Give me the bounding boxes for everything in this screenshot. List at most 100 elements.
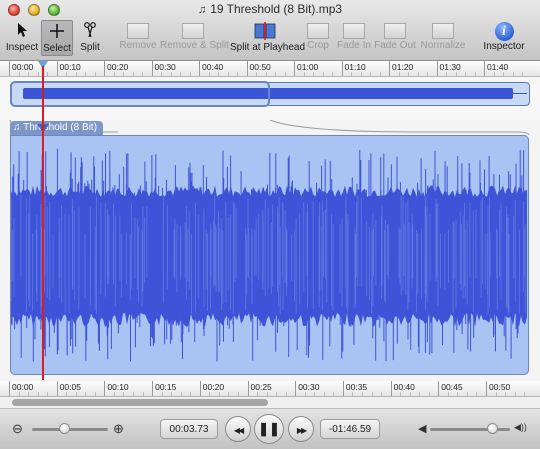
ruler-tick: 00:35 [342, 381, 367, 396]
play-pause-button[interactable]: ❚❚ [254, 414, 284, 444]
inspector-button[interactable]: i Inspector [481, 20, 527, 56]
ruler-minor-tick [419, 392, 421, 396]
audio-track-region[interactable] [10, 135, 529, 375]
rewind-button[interactable]: ◀◀ [225, 416, 251, 442]
crop-icon [307, 23, 329, 39]
ruler-tick-label: 01:30 [439, 62, 461, 72]
ruler-tick: 00:05 [56, 381, 81, 396]
horizontal-scrollbar[interactable] [0, 397, 540, 409]
ruler-tick-label: 00:15 [155, 382, 177, 392]
ruler-minor-tick [113, 72, 115, 76]
ruler-minor-tick [323, 392, 325, 396]
detail-timeline-ruler[interactable]: 00:00 00:05 00:10 00:15 00:20 00:25 00:30 00:35… [0, 381, 540, 397]
split-at-playhead-button[interactable]: Split at Playhead [230, 20, 306, 56]
ruler-minor-tick [352, 392, 354, 396]
zoom-out-icon[interactable]: ⊖ [12, 421, 23, 437]
volume-slider-knob[interactable] [487, 423, 499, 434]
select-label: Select [43, 43, 71, 54]
overview-panel: 00:00 00:10 00:20 00:30 00:40 00:50 01:00 01:10… [0, 61, 540, 120]
ruler-minor-tick [522, 72, 523, 76]
select-tool-button[interactable]: Select [41, 20, 73, 56]
playhead-line[interactable] [42, 66, 44, 380]
ruler-minor-tick [360, 72, 362, 76]
split-tool-button[interactable]: Split [76, 20, 104, 56]
remove-label: Remove [119, 40, 157, 51]
pause-icon: ❚❚ [258, 421, 280, 436]
ruler-minor-tick [18, 72, 20, 76]
ruler-minor-tick [180, 72, 181, 76]
ruler-minor-tick [190, 392, 192, 396]
ruler-tick: 01:30 [436, 61, 461, 76]
ruler-minor-tick [370, 72, 371, 76]
ruler-minor-tick [466, 392, 468, 396]
normalize-button[interactable]: Normalize [420, 20, 466, 56]
zoom-slider-track[interactable] [32, 428, 108, 431]
fade-out-icon [384, 23, 406, 39]
ruler-minor-tick [180, 392, 182, 396]
ruler-minor-tick [447, 392, 449, 396]
remaining-time-display: -01:46.59 [320, 419, 380, 439]
info-icon: i [494, 22, 514, 41]
window-title-text: 19 Threshold (8 Bit).mp3 [210, 2, 343, 16]
ruler-tick-label: 00:40 [202, 62, 224, 72]
ruler-tick-label: 00:00 [12, 382, 34, 392]
zoom-in-icon[interactable]: ⊕ [113, 421, 124, 437]
ruler-minor-tick [409, 392, 411, 396]
remove-and-split-button[interactable]: Remove & Split [160, 20, 229, 56]
zoom-slider-knob[interactable] [58, 423, 70, 434]
ruler-tick: 00:30 [151, 61, 176, 76]
ruler-minor-tick [379, 72, 381, 76]
ruler-tick-label: 00:05 [59, 382, 81, 392]
ruler-tick: 01:20 [389, 61, 413, 76]
ruler-minor-tick [333, 392, 335, 396]
ruler-tick: 01:00 [294, 61, 318, 76]
remove-icon [127, 23, 149, 39]
crop-button[interactable]: Crop [305, 20, 331, 56]
fade-in-button[interactable]: Fade In [336, 20, 372, 56]
ruler-minor-tick [428, 392, 430, 396]
ruler-minor-tick [47, 392, 49, 396]
ruler-minor-tick [189, 72, 191, 76]
ruler-tick-label: 00:30 [154, 62, 176, 72]
remove-split-label: Remove & Split [160, 40, 229, 51]
ruler-minor-tick [400, 392, 402, 396]
ruler-minor-tick [47, 72, 48, 76]
ruler-minor-tick [142, 72, 143, 76]
ruler-minor-tick [28, 392, 30, 396]
music-document-icon: ♫ [197, 4, 207, 16]
ruler-minor-tick [381, 392, 383, 396]
split-playhead-icon [230, 22, 300, 42]
fade-out-label: Fade Out [374, 40, 416, 51]
ruler-minor-tick [265, 72, 267, 76]
overview-visible-range-handle[interactable] [10, 81, 270, 107]
ruler-tick: 01:10 [341, 61, 366, 76]
scissors-icon [76, 22, 104, 42]
ruler-minor-tick [85, 392, 87, 396]
ruler-tick: 00:00 [9, 381, 33, 396]
track-name-tab[interactable]: ♫ Threshold (8 Bit) [10, 121, 104, 135]
overview-timeline-ruler[interactable]: 00:00 00:10 00:20 00:30 00:40 00:50 01:00 01:10… [0, 61, 540, 77]
ruler-minor-tick [275, 72, 276, 76]
ruler-tick: 00:10 [56, 61, 81, 76]
ruler-minor-tick [161, 392, 163, 396]
ruler-minor-tick [266, 392, 268, 396]
ruler-tick-label: 00:50 [249, 62, 271, 72]
fast-forward-button[interactable]: ▶▶ [288, 416, 314, 442]
ruler-tick: 01:40 [484, 61, 508, 76]
waveform-body [11, 185, 527, 327]
ruler-minor-tick [256, 72, 257, 76]
fade-out-button[interactable]: Fade Out [374, 20, 416, 56]
ruler-minor-tick [170, 72, 172, 76]
ruler-minor-tick [94, 392, 96, 396]
inspect-tool-button[interactable]: Inspect [4, 20, 40, 56]
ruler-minor-tick [227, 72, 229, 76]
rewind-icon: ◀◀ [233, 426, 244, 435]
elapsed-time-display: 00:03.73 [160, 419, 218, 439]
scrollbar-thumb[interactable] [12, 399, 268, 406]
remove-button[interactable]: Remove [118, 20, 158, 56]
ruler-minor-tick [75, 392, 77, 396]
ruler-tick-label: 00:00 [12, 62, 34, 72]
ruler-tick: 00:50 [246, 61, 271, 76]
split-playhead-label: Split at Playhead [230, 42, 306, 53]
ruler-minor-tick [75, 72, 77, 76]
